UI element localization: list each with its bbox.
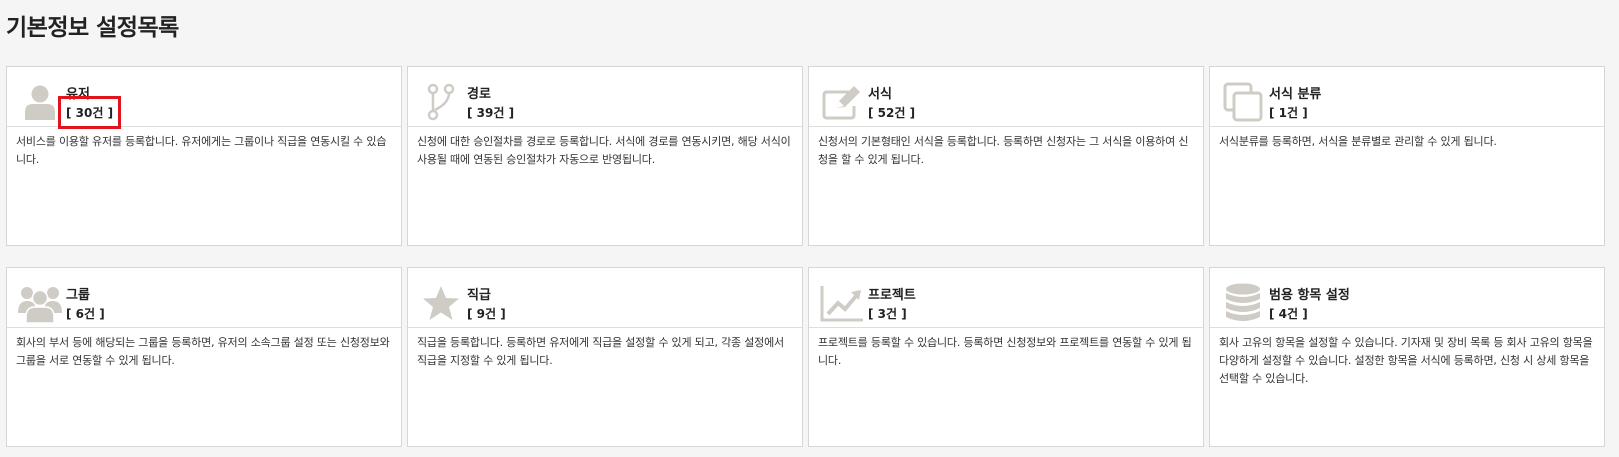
card-count: [ 9건 ] — [467, 307, 506, 321]
card-project[interactable]: 프로젝트 [ 3건 ] 프로젝트를 등록할 수 있습니다. 등록하면 신청정보와… — [808, 267, 1204, 447]
card-description: 회사의 부서 등에 해당되는 그룹을 등록하면, 유저의 소속그룹 설정 또는 … — [16, 336, 390, 367]
card-header: 서식 [ 52건 ] — [809, 67, 1203, 127]
user-icon — [17, 81, 63, 123]
star-icon — [418, 282, 464, 324]
card-form-category[interactable]: 서식 분류 [ 1건 ] 서식분류를 등록하면, 서식을 분류별로 관리할 수 … — [1209, 66, 1605, 246]
card-title: 범용 항목 설정 — [1269, 288, 1350, 303]
card-count: [ 3건 ] — [868, 307, 907, 321]
card-header: 프로젝트 [ 3건 ] — [809, 268, 1203, 328]
card-title: 서식 — [868, 87, 892, 102]
card-count: [ 39건 ] — [467, 106, 515, 120]
card-description: 서비스를 이용할 유저를 등록합니다. 유저에게는 그룹이나 직급을 연동시킬 … — [16, 135, 387, 166]
group-icon — [17, 282, 63, 324]
card-title: 직급 — [467, 288, 491, 303]
card-description: 신청서의 기본형태인 서식을 등록합니다. 등록하면 신청자는 그 서식을 이용… — [818, 135, 1189, 166]
card-position[interactable]: 직급 [ 9건 ] 직급을 등록합니다. 등록하면 유저에게 직급을 설정할 수… — [407, 267, 803, 447]
card-header: 범용 항목 설정 [ 4건 ] — [1210, 268, 1604, 328]
settings-card-grid: 유저 [ 30건 ] 서비스를 이용할 유저를 등록합니다. 유저에게는 그룹이… — [6, 66, 1606, 447]
card-description: 회사 고유의 항목을 설정할 수 있습니다. 기자재 및 장비 목록 등 회사 … — [1219, 336, 1593, 385]
card-description: 프로젝트를 등록할 수 있습니다. 등록하면 신청정보와 프로젝트를 연동할 수… — [818, 336, 1192, 367]
card-group[interactable]: 그룹 [ 6건 ] 회사의 부서 등에 해당되는 그룹을 등록하면, 유저의 소… — [6, 267, 402, 447]
card-header: 경로 [ 39건 ] — [408, 67, 802, 127]
card-title: 프로젝트 — [868, 288, 916, 303]
card-header: 유저 [ 30건 ] — [7, 67, 401, 129]
database-icon — [1220, 282, 1266, 324]
card-count: [ 4건 ] — [1269, 307, 1308, 321]
card-count: [ 30건 ] — [57, 96, 122, 129]
card-header: 그룹 [ 6건 ] — [7, 268, 401, 328]
chart-icon — [819, 282, 865, 324]
card-general-item-settings[interactable]: 범용 항목 설정 [ 4건 ] 회사 고유의 항목을 설정할 수 있습니다. 기… — [1209, 267, 1605, 447]
card-description: 신청에 대한 승인절차를 경로로 등록합니다. 서식에 경로를 연동시키면, 해… — [417, 135, 791, 166]
card-count: [ 1건 ] — [1269, 106, 1308, 120]
card-user[interactable]: 유저 [ 30건 ] 서비스를 이용할 유저를 등록합니다. 유저에게는 그룹이… — [6, 66, 402, 246]
card-title: 경로 — [467, 87, 491, 102]
card-count: [ 52건 ] — [868, 106, 916, 120]
branch-icon — [418, 81, 464, 123]
card-form[interactable]: 서식 [ 52건 ] 신청서의 기본형태인 서식을 등록합니다. 등록하면 신청… — [808, 66, 1204, 246]
card-title: 그룹 — [66, 288, 90, 303]
copy-icon — [1220, 81, 1266, 123]
card-description: 서식분류를 등록하면, 서식을 분류별로 관리할 수 있게 됩니다. — [1219, 135, 1497, 148]
card-title: 유저 — [66, 87, 90, 102]
card-title: 서식 분류 — [1269, 87, 1322, 102]
card-header: 서식 분류 [ 1건 ] — [1210, 67, 1604, 127]
card-description: 직급을 등록합니다. 등록하면 유저에게 직급을 설정할 수 있게 되고, 각종… — [417, 336, 784, 367]
card-header: 직급 [ 9건 ] — [408, 268, 802, 328]
edit-icon — [819, 81, 865, 123]
card-route[interactable]: 경로 [ 39건 ] 신청에 대한 승인절차를 경로로 등록합니다. 서식에 경… — [407, 66, 803, 246]
card-count: [ 6건 ] — [66, 307, 105, 321]
page-title: 기본정보 설정목록 — [6, 15, 179, 41]
